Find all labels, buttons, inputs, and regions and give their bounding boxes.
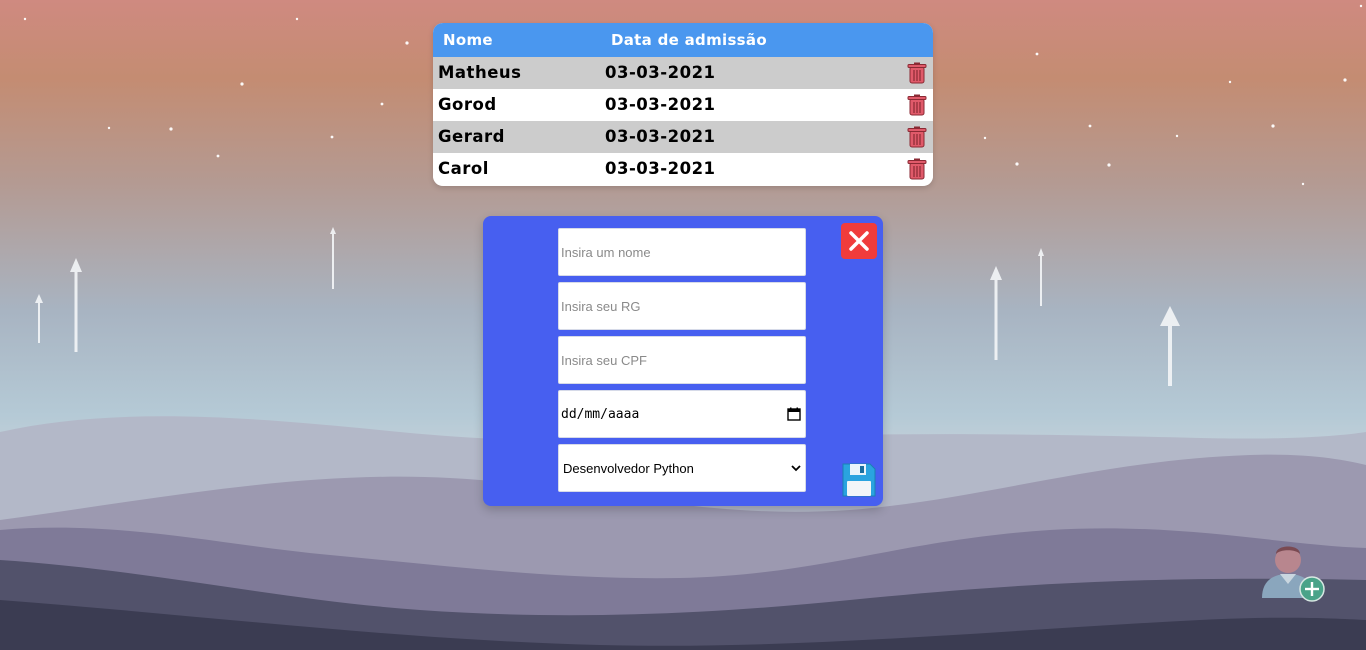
trash-icon[interactable] xyxy=(907,94,927,116)
rg-input[interactable] xyxy=(558,282,806,330)
role-select-value: Desenvolvedor Python xyxy=(563,460,694,476)
cell-admission-date: 03-03-2021 xyxy=(605,95,716,114)
trash-icon[interactable] xyxy=(907,62,927,84)
cell-name: Carol xyxy=(438,159,489,178)
cell-name: Matheus xyxy=(438,63,522,82)
table-header: Nome Data de admissão xyxy=(433,23,933,57)
admission-date-input[interactable]: dd/mm/aaaa xyxy=(558,390,806,438)
cell-admission-date: 03-03-2021 xyxy=(605,63,716,82)
trash-icon[interactable] xyxy=(907,158,927,180)
chevron-down-icon xyxy=(791,465,801,472)
cell-name: Gorod xyxy=(438,95,497,114)
role-select[interactable]: Desenvolvedor Python xyxy=(558,444,806,492)
employee-form-modal: dd/mm/aaaa Desenvolvedor Python xyxy=(483,216,883,506)
calendar-icon[interactable] xyxy=(787,407,801,421)
date-placeholder: dd/mm/aaaa xyxy=(561,406,640,422)
save-button[interactable] xyxy=(840,461,878,499)
cpf-input[interactable] xyxy=(558,336,806,384)
name-input[interactable] xyxy=(558,228,806,276)
trash-icon[interactable] xyxy=(907,126,927,148)
cell-admission-date: 03-03-2021 xyxy=(605,159,716,178)
close-icon xyxy=(849,231,869,251)
close-button[interactable] xyxy=(841,223,877,259)
cell-admission-date: 03-03-2021 xyxy=(605,127,716,146)
table-row: Gerard 03-03-2021 xyxy=(433,121,933,153)
cell-name: Gerard xyxy=(438,127,505,146)
add-user-icon[interactable] xyxy=(1258,540,1328,606)
column-header-name: Nome xyxy=(443,31,493,49)
table-row: Gorod 03-03-2021 xyxy=(433,89,933,121)
table-row: Matheus 03-03-2021 xyxy=(433,57,933,89)
floppy-disk-icon xyxy=(842,463,876,497)
column-header-admission-date: Data de admissão xyxy=(611,31,767,49)
table-row: Carol 03-03-2021 xyxy=(433,153,933,185)
employees-table: Nome Data de admissão Matheus 03-03-2021… xyxy=(433,23,933,186)
